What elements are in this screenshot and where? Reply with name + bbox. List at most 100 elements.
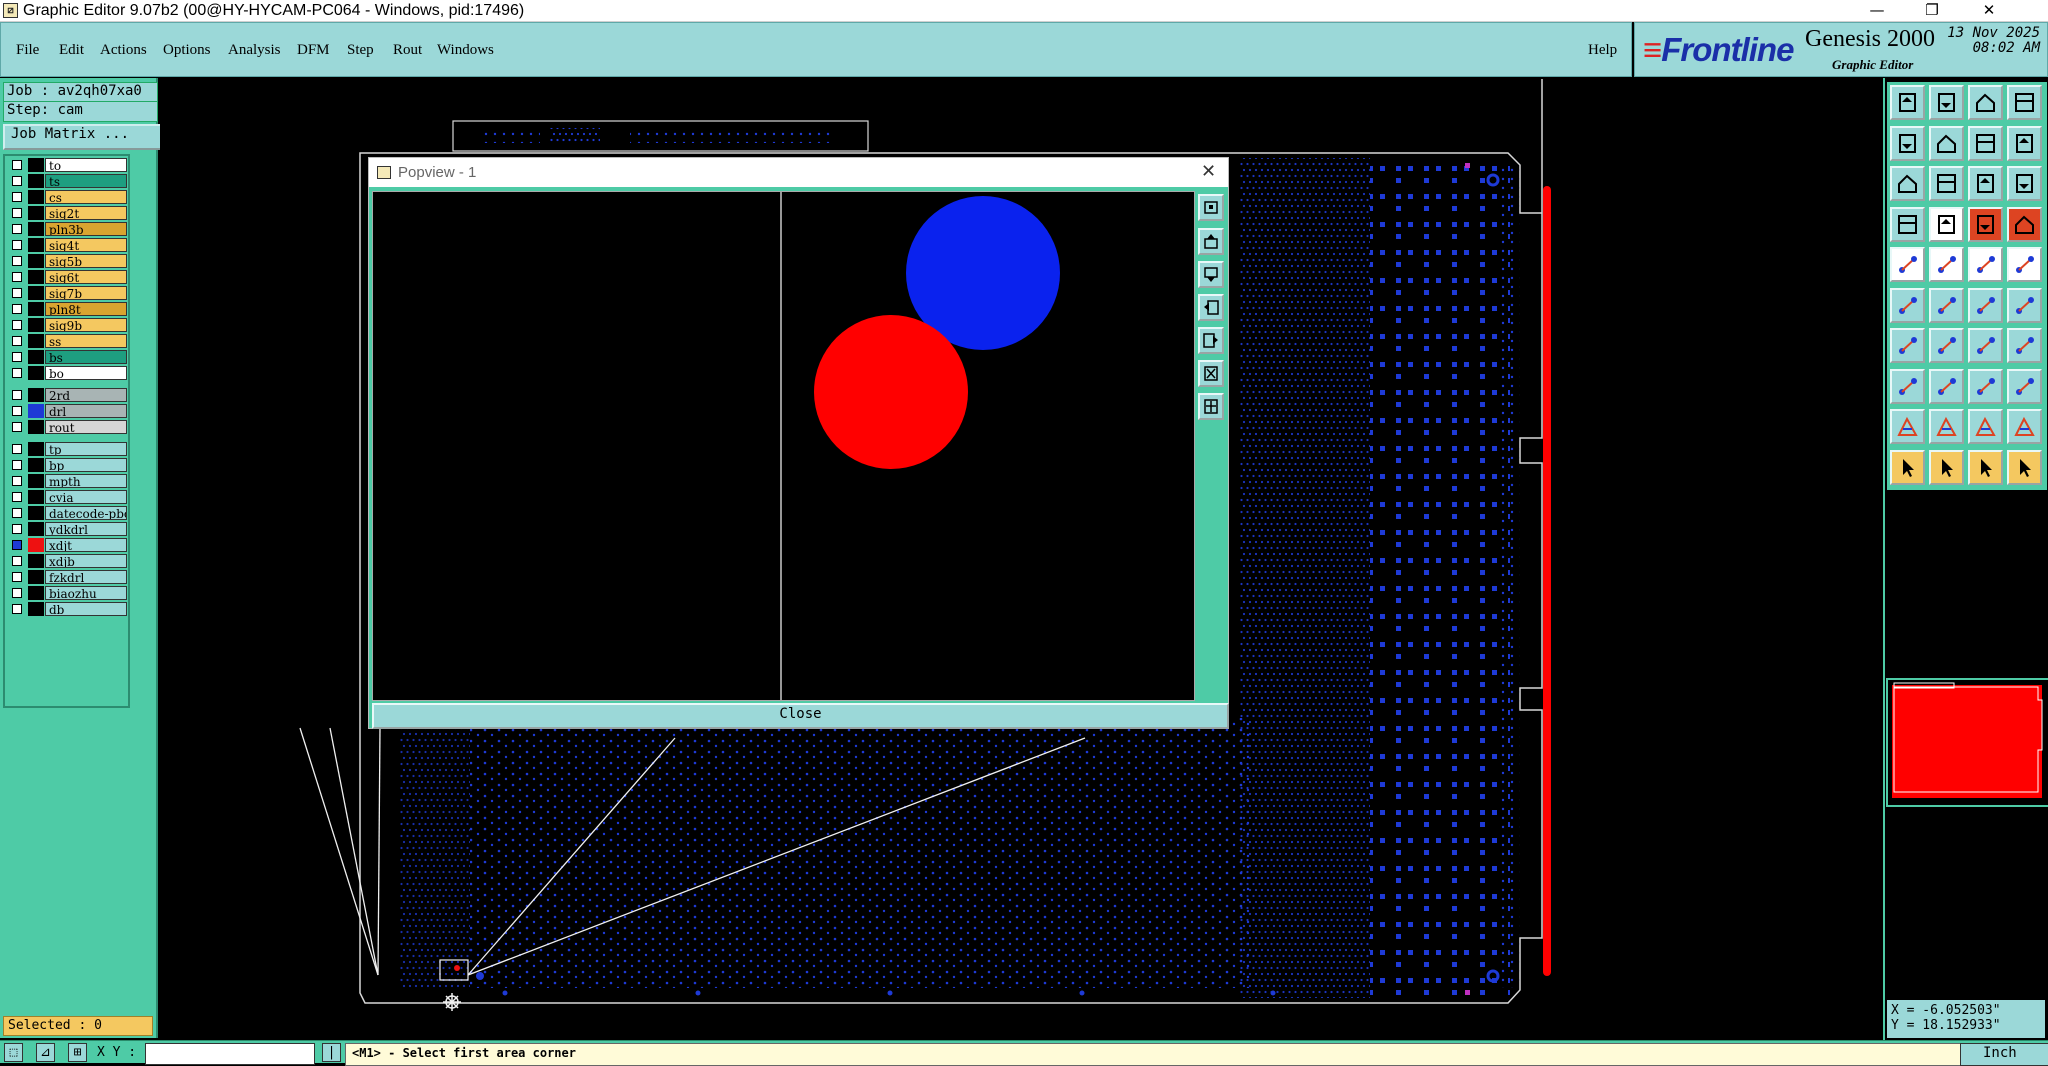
- feature-icon[interactable]: [2007, 247, 2042, 282]
- xy-input[interactable]: [145, 1043, 315, 1065]
- layer-row-to[interactable]: to: [8, 158, 127, 172]
- redraw-icon[interactable]: [2007, 125, 2042, 161]
- layer-checkbox[interactable]: [12, 460, 22, 470]
- layer-color-swatch[interactable]: [28, 490, 44, 504]
- layer-checkbox[interactable]: [12, 572, 22, 582]
- layer-checkbox[interactable]: [12, 336, 22, 346]
- layer-color-swatch[interactable]: [28, 458, 44, 472]
- probe-icon[interactable]: [1929, 206, 1964, 242]
- triangle-1-icon[interactable]: [1890, 409, 1925, 444]
- layer-checkbox[interactable]: [12, 224, 22, 234]
- layer-name[interactable]: sig7b: [45, 286, 127, 300]
- layer-row-sig4t[interactable]: sig4t: [8, 238, 127, 252]
- layer-row-pln8t[interactable]: pln8t: [8, 302, 127, 316]
- layer-color-swatch[interactable]: [28, 334, 44, 348]
- layer-color-swatch[interactable]: [28, 554, 44, 568]
- layer-name[interactable]: cvia: [45, 490, 127, 504]
- layer-color-swatch[interactable]: [28, 222, 44, 236]
- layer-row-xdjb[interactable]: xdjb: [8, 554, 127, 568]
- layer-checkbox[interactable]: [12, 406, 22, 416]
- layer-color-swatch[interactable]: [28, 238, 44, 252]
- menu-actions[interactable]: Actions: [100, 42, 147, 59]
- layer-checkbox[interactable]: [12, 368, 22, 378]
- slash-icon[interactable]: [1929, 328, 1964, 363]
- layer-checkbox[interactable]: [12, 176, 22, 186]
- menu-file[interactable]: File: [16, 42, 39, 59]
- layer-row-fzkdrl[interactable]: fzkdrl: [8, 570, 127, 584]
- layer-row-biaozhu[interactable]: biaozhu: [8, 586, 127, 600]
- layer-row-rout[interactable]: rout: [8, 420, 127, 434]
- layer-name[interactable]: 2rd: [45, 388, 127, 402]
- fit-icon[interactable]: [1890, 166, 1925, 201]
- triangle-3-icon[interactable]: [1968, 409, 2003, 444]
- layer-name[interactable]: cs: [45, 190, 127, 204]
- layer-checkbox[interactable]: [12, 604, 22, 614]
- restore-button[interactable]: ❐: [1905, 0, 1959, 22]
- layer-row-xdjt[interactable]: xdjt: [8, 538, 127, 552]
- ratio-icon[interactable]: [1968, 166, 2003, 201]
- pointer-select-icon[interactable]: [1929, 449, 1964, 485]
- layer-name[interactable]: ts: [45, 174, 127, 188]
- layer-color-swatch[interactable]: [28, 206, 44, 220]
- layer-checkbox[interactable]: [12, 352, 22, 362]
- board-overview[interactable]: [1886, 678, 2048, 807]
- layer-name[interactable]: mpth: [45, 474, 127, 488]
- layer-color-swatch[interactable]: [28, 570, 44, 584]
- layer-checkbox[interactable]: [12, 240, 22, 250]
- split-icon[interactable]: [2007, 328, 2042, 363]
- layer-color-swatch[interactable]: [28, 366, 44, 380]
- layer-row-mpth[interactable]: mpth: [8, 474, 127, 488]
- menu-edit[interactable]: Edit: [59, 42, 84, 59]
- layer-row-drl[interactable]: drl: [8, 404, 127, 418]
- rect-select-icon[interactable]: [1890, 368, 1925, 404]
- layer-name[interactable]: sig5b: [45, 254, 127, 268]
- export-icon[interactable]: [1929, 125, 1964, 161]
- save-icon[interactable]: [1929, 85, 1964, 120]
- layer-row-pln3b[interactable]: pln3b: [8, 222, 127, 236]
- layer-row-sig2t[interactable]: sig2t: [8, 206, 127, 220]
- menu-help[interactable]: Help: [1588, 42, 1617, 59]
- home-icon[interactable]: [1968, 85, 2003, 120]
- layer-name[interactable]: db: [45, 602, 127, 616]
- copy-view-icon[interactable]: [1968, 125, 2003, 161]
- popview-zoom-in-button[interactable]: [1198, 360, 1224, 387]
- layer-row-sig7b[interactable]: sig7b: [8, 286, 127, 300]
- layer-name[interactable]: ydkdrl: [45, 522, 127, 536]
- layer-row-sig6t[interactable]: sig6t: [8, 270, 127, 284]
- pointer-move-icon[interactable]: [1968, 449, 2003, 485]
- graphic-canvas[interactable]: Popview - 1 ✕ Close: [160, 78, 1882, 1040]
- snap-toggle-icon[interactable]: |: [322, 1043, 341, 1062]
- import-icon[interactable]: [1890, 125, 1925, 161]
- layer-color-swatch[interactable]: [28, 158, 44, 172]
- layer-row-bs[interactable]: bs: [8, 350, 127, 364]
- layer-compare-icon[interactable]: [1968, 206, 2003, 242]
- window-icon[interactable]: [2007, 85, 2042, 120]
- menu-step[interactable]: Step: [347, 42, 374, 59]
- layer-checkbox[interactable]: [12, 304, 22, 314]
- layer-name[interactable]: bo: [45, 366, 127, 380]
- layer-checkbox[interactable]: [12, 390, 22, 400]
- add-pad-icon[interactable]: [1890, 247, 1925, 282]
- layer-row-sig5b[interactable]: sig5b: [8, 254, 127, 268]
- layer-name[interactable]: bp: [45, 458, 127, 472]
- layer-color-swatch[interactable]: [28, 286, 44, 300]
- layer-checkbox[interactable]: [12, 444, 22, 454]
- layer-name[interactable]: sig2t: [45, 206, 127, 220]
- layer-checkbox[interactable]: [12, 320, 22, 330]
- connect-icon[interactable]: [1890, 287, 1925, 323]
- popview-display[interactable]: [372, 191, 1195, 701]
- layer-name[interactable]: pln8t: [45, 302, 127, 316]
- popview-pan-down-button[interactable]: [1198, 261, 1224, 288]
- layer-color-swatch[interactable]: [28, 404, 44, 418]
- layer-name[interactable]: sig6t: [45, 270, 127, 284]
- snap-icon[interactable]: [1929, 247, 1964, 282]
- layer-name[interactable]: pln3b: [45, 222, 127, 236]
- layer-row-ts[interactable]: ts: [8, 174, 127, 188]
- line-icon[interactable]: [1890, 328, 1925, 363]
- multi-layer-icon[interactable]: [2007, 206, 2042, 242]
- arc-icon[interactable]: [1968, 328, 2003, 363]
- layer-checkbox[interactable]: [12, 288, 22, 298]
- menu-options[interactable]: Options: [163, 42, 211, 59]
- layer-checkbox[interactable]: [12, 492, 22, 502]
- layer-row-sig9b[interactable]: sig9b: [8, 318, 127, 332]
